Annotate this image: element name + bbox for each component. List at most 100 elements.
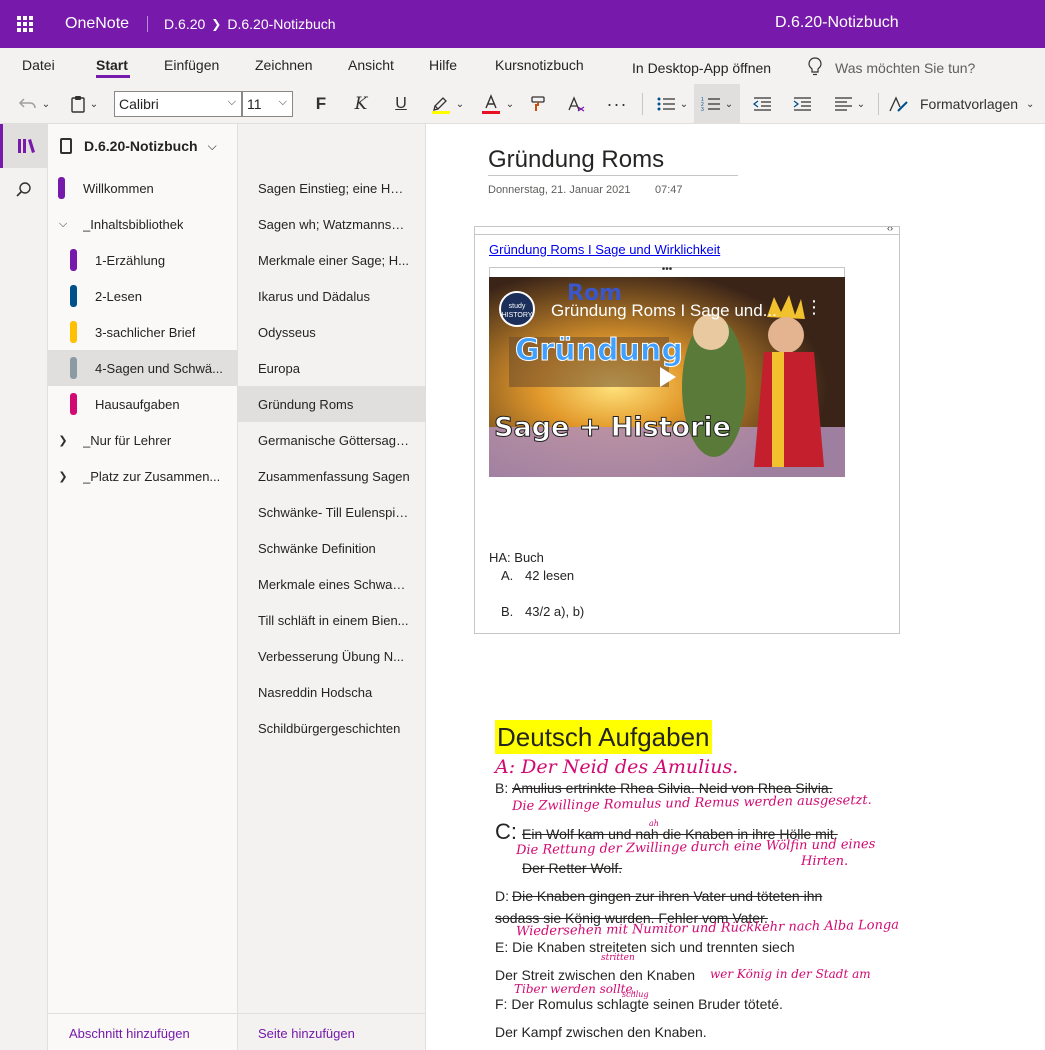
tab-start[interactable]: Start <box>96 57 128 73</box>
tab-datei[interactable]: Datei <box>22 57 55 73</box>
notebooks-button[interactable] <box>0 124 48 168</box>
notebook-switcher[interactable]: D.6.20-Notizbuch ⌵ <box>60 138 217 154</box>
decrease-indent-button[interactable] <box>748 84 776 124</box>
page-date: Donnerstag, 21. Januar 2021 <box>488 184 631 196</box>
page-item[interactable]: Schildbürgergeschichten <box>238 710 425 746</box>
app-name[interactable]: OneNote <box>65 15 129 33</box>
chevron-down-icon: ⌄ <box>679 98 689 110</box>
list-item[interactable]: 42 lesen <box>525 568 574 583</box>
struck-text[interactable]: Die Knaben gingen zur ihren Vater und tö… <box>512 888 822 904</box>
more-vertical-icon[interactable]: ⋮ <box>805 297 823 318</box>
embedded-video[interactable]: study HISTORY Rom Gründung Roms I Sage u… <box>489 277 845 477</box>
add-section-button[interactable]: Abschnitt hinzufügen <box>69 1026 190 1041</box>
tab-einfuegen[interactable]: Einfügen <box>164 57 219 73</box>
align-button[interactable]: ⌄ <box>828 84 870 124</box>
section-2-lesen[interactable]: 2-Lesen <box>48 278 238 314</box>
app-launcher-button[interactable] <box>0 0 50 48</box>
container-handle[interactable]: ‹› <box>475 223 899 235</box>
section-hausaufgaben[interactable]: Hausaufgaben <box>48 386 238 422</box>
video-drag-handle[interactable]: ••• <box>489 265 845 277</box>
page-item[interactable]: Sagen wh; Watzmannsage <box>238 206 425 242</box>
section-label: 1-Erzählung <box>95 252 166 268</box>
section-label: 4-Sagen und Schwä... <box>95 360 223 376</box>
homework-label[interactable]: HA: Buch <box>489 550 544 565</box>
svg-text:3: 3 <box>701 107 704 112</box>
page-item[interactable]: Verbesserung Übung N... <box>238 638 425 674</box>
page-item[interactable]: Germanische Göttersagen <box>238 422 425 458</box>
highlight-button[interactable]: ⌄ <box>425 84 469 124</box>
struck-text[interactable]: Der Retter Wolf. <box>522 860 622 876</box>
section-color-tab <box>70 249 77 271</box>
tab-hilfe[interactable]: Hilfe <box>429 57 457 73</box>
page-item[interactable]: Zusammenfassung Sagen <box>238 458 425 494</box>
ink-annotation: ah <box>649 819 659 828</box>
task-prefix: D: <box>495 888 509 904</box>
section-4-sagen-und-schwaenke[interactable]: 4-Sagen und Schwä... <box>48 350 238 386</box>
page-title[interactable]: Gründung Roms <box>488 146 664 174</box>
page-item[interactable]: Merkmale einer Sage; H... <box>238 242 425 278</box>
note-container[interactable]: ‹› Gründung Roms I Sage und Wirklichkeit… <box>474 223 900 634</box>
list-marker: A. <box>501 568 514 583</box>
page-item[interactable]: Nasreddin Hodscha <box>238 674 425 710</box>
page-item[interactable]: Odysseus <box>238 314 425 350</box>
list-item[interactable]: 43/2 a), b) <box>525 604 584 619</box>
typed-line[interactable]: Der Streit zwischen den Knaben <box>495 967 695 983</box>
undo-button[interactable]: ⌄ <box>14 84 54 124</box>
numbering-button[interactable]: 123 ⌄ <box>694 84 740 124</box>
page-canvas[interactable]: Gründung Roms Donnerstag, 21. Januar 202… <box>426 124 1045 1050</box>
format-painter-button[interactable] <box>524 84 552 124</box>
page-item[interactable]: Europa <box>238 350 425 386</box>
section-willkommen[interactable]: Willkommen <box>48 170 238 206</box>
add-page-button[interactable]: Seite hinzufügen <box>258 1026 355 1041</box>
task-prefix: B: <box>495 780 509 796</box>
typed-line[interactable]: F: Der Romulus schlagte seinen Bruder tö… <box>495 996 783 1012</box>
video-link[interactable]: Gründung Roms I Sage und Wirklichkeit <box>489 242 720 257</box>
chevron-down-icon: ⌵ <box>227 96 236 108</box>
styles-button[interactable]: Formatvorlagen ⌄ <box>888 84 1038 124</box>
task-heading[interactable]: Deutsch Aufgaben <box>495 720 712 754</box>
toolbar-divider <box>642 93 643 115</box>
breadcrumb-root[interactable]: D.6.20 <box>164 16 205 32</box>
section-3-sachlicher-brief[interactable]: 3-sachlicher Brief <box>48 314 238 350</box>
more-options-button[interactable]: ··· <box>602 84 632 124</box>
section-group-platz-zur-zusammenarbeit[interactable]: ❯ _Platz zur Zusammen... <box>48 458 238 494</box>
page-item[interactable]: Ikarus und Dädalus <box>238 278 425 314</box>
play-icon[interactable] <box>653 363 681 391</box>
tab-kursnotizbuch[interactable]: Kursnotizbuch <box>495 57 584 73</box>
font-size-select[interactable]: 11 ⌵ <box>242 91 293 117</box>
bold-button[interactable]: F <box>305 84 337 124</box>
section-1-erzaehlung[interactable]: 1-Erzählung <box>48 242 238 278</box>
title-underline <box>488 175 738 176</box>
underline-button[interactable]: U <box>385 84 417 124</box>
section-group-inhaltsbibliothek[interactable]: ⌵ _Inhaltsbibliothek <box>48 206 238 242</box>
chevron-down-icon: ⌄ <box>724 98 734 110</box>
clear-formatting-button[interactable] <box>562 84 590 124</box>
typed-line[interactable]: E: Die Knaben streiteten sich und trennt… <box>495 939 795 955</box>
breadcrumb-notebook[interactable]: D.6.20-Notizbuch <box>227 16 335 32</box>
page-label: Till schläft in einem Bien... <box>258 612 409 628</box>
channel-avatar[interactable]: study HISTORY <box>499 291 535 327</box>
tell-me-search[interactable]: Was möchten Sie tun? <box>835 60 975 76</box>
search-button[interactable] <box>0 168 48 212</box>
increase-indent-button[interactable] <box>788 84 816 124</box>
page-item[interactable]: Sagen Einstieg; eine Hei... <box>238 170 425 206</box>
page-item[interactable]: Merkmale eines Schwanks <box>238 566 425 602</box>
page-item[interactable]: Schwänke Definition <box>238 530 425 566</box>
page-label: Ikarus und Dädalus <box>258 288 371 304</box>
paste-button[interactable]: ⌄ <box>64 84 104 124</box>
page-item[interactable]: Till schläft in einem Bien... <box>238 602 425 638</box>
tab-zeichnen[interactable]: Zeichnen <box>255 57 313 73</box>
font-color-button[interactable]: ⌄ <box>475 84 519 124</box>
typed-line[interactable]: Der Kampf zwischen den Knaben. <box>495 1024 707 1040</box>
bullets-button[interactable]: ⌄ <box>652 84 692 124</box>
resize-arrows-icon[interactable]: ‹› <box>887 223 893 233</box>
section-group-nur-fuer-lehrer[interactable]: ❯ _Nur für Lehrer <box>48 422 238 458</box>
font-name-select[interactable]: Calibri ⌵ <box>114 91 242 117</box>
open-desktop-app-button[interactable]: In Desktop-App öffnen <box>632 60 771 76</box>
lightbulb-icon <box>808 57 822 76</box>
italic-button[interactable]: K <box>345 84 377 124</box>
ink-annotation: Tiber werden sollte. <box>514 982 637 996</box>
tab-ansicht[interactable]: Ansicht <box>348 57 394 73</box>
page-item[interactable]: Schwänke- Till Eulenspie... <box>238 494 425 530</box>
page-item-selected[interactable]: Gründung Roms <box>238 386 425 422</box>
